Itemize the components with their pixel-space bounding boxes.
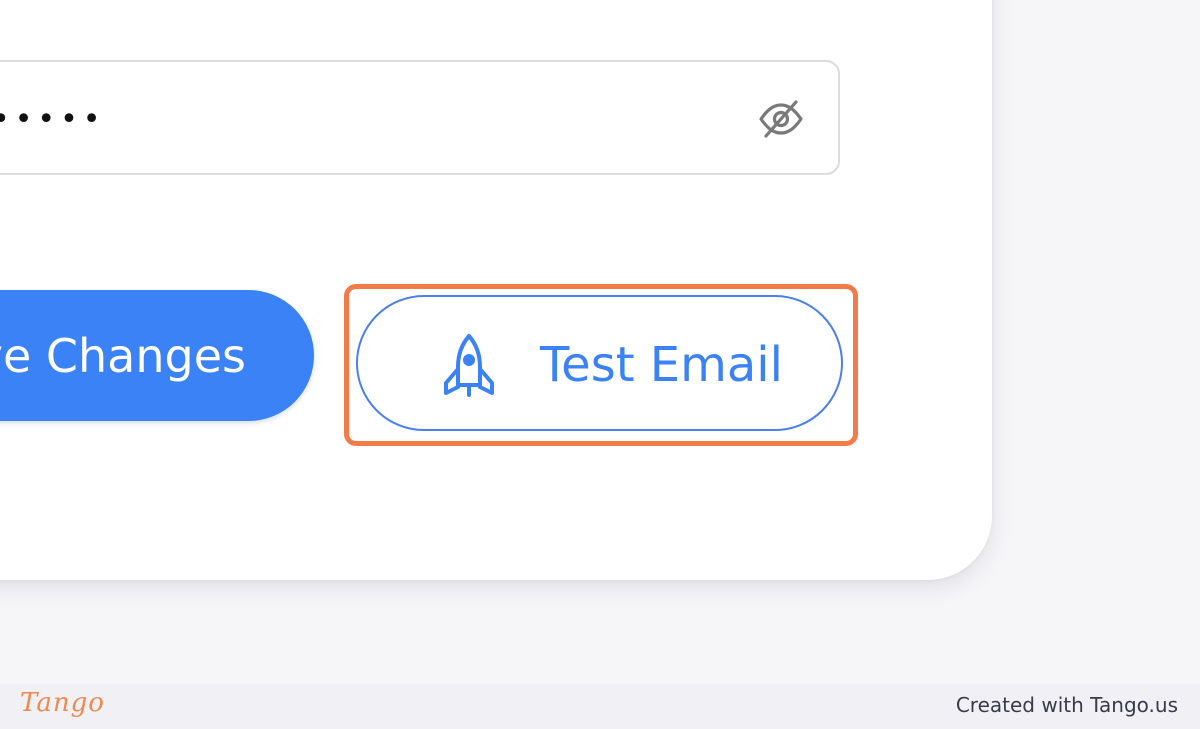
save-changes-button[interactable]: Save Changes	[0, 290, 314, 421]
test-email-button[interactable]: Test Email	[356, 295, 843, 431]
test-email-label: Test Email	[540, 337, 783, 393]
screenshot-area: ••••• Save Changes Test Email	[0, 0, 1200, 684]
tango-logo: Tango	[20, 688, 105, 718]
password-value: •••••	[0, 102, 106, 137]
eye-slash-icon[interactable]	[756, 97, 806, 141]
footer-bar: Tango Created with Tango.us	[0, 684, 1200, 729]
rocket-icon	[438, 333, 500, 399]
password-field[interactable]: •••••	[0, 60, 840, 175]
created-with-text: Created with Tango.us	[955, 693, 1178, 717]
